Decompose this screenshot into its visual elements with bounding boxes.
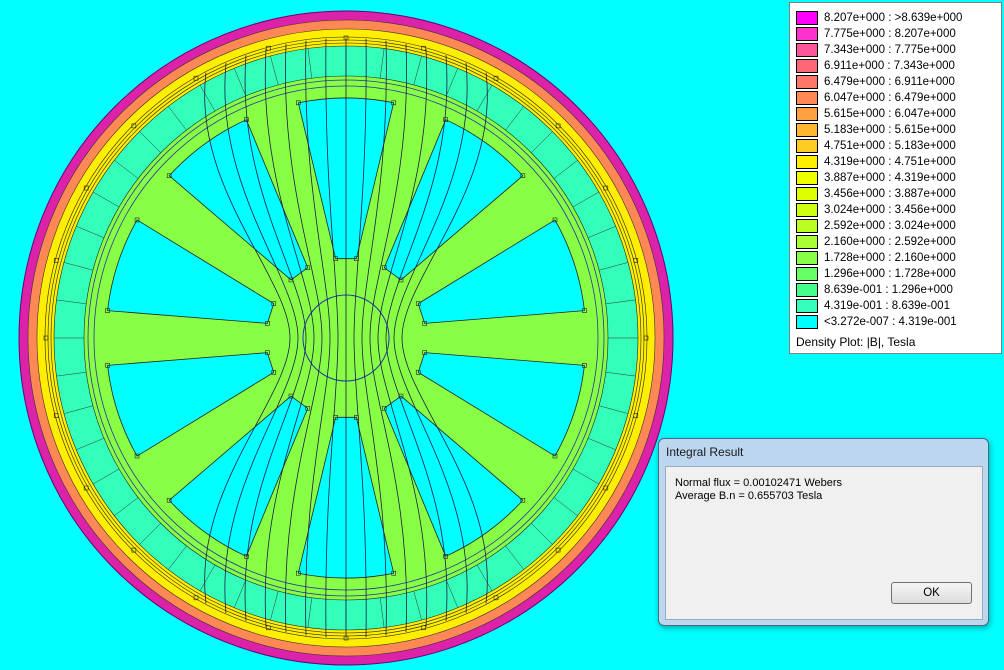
legend-row: 8.207e+000 : >8.639e+000 xyxy=(796,11,962,25)
legend-row: 3.456e+000 : 3.887e+000 xyxy=(796,187,956,201)
legend-swatch xyxy=(796,171,818,185)
legend-label: 4.319e-001 : 8.639e-001 xyxy=(824,300,950,312)
legend-row: 6.479e+000 : 6.911e+000 xyxy=(796,75,955,89)
legend-swatch xyxy=(796,27,818,41)
legend-row: 6.047e+000 : 6.479e+000 xyxy=(796,91,956,105)
legend-row: 6.911e+000 : 7.343e+000 xyxy=(796,59,955,73)
ok-button[interactable]: OK xyxy=(891,582,972,604)
legend-label: 6.047e+000 : 6.479e+000 xyxy=(824,92,956,104)
legend-row: 8.639e-001 : 1.296e+000 xyxy=(796,283,953,297)
legend-label: 4.319e+000 : 4.751e+000 xyxy=(824,156,956,168)
density-legend: 8.207e+000 : >8.639e+000 7.775e+000 : 8.2… xyxy=(789,2,1002,354)
legend-swatch xyxy=(796,219,818,233)
legend-swatch xyxy=(796,11,818,25)
legend-row: 1.728e+000 : 2.160e+000 xyxy=(796,251,956,265)
legend-row: 2.160e+000 : 2.592e+000 xyxy=(796,235,956,249)
legend-row: 5.183e+000 : 5.615e+000 xyxy=(796,123,956,137)
legend-swatch xyxy=(796,267,818,281)
legend-label: 7.775e+000 : 8.207e+000 xyxy=(824,28,956,40)
legend-label: 1.296e+000 : 1.728e+000 xyxy=(824,268,956,280)
legend-swatch xyxy=(796,299,818,313)
legend-swatch xyxy=(796,203,818,217)
legend-swatch xyxy=(796,43,818,57)
legend-swatch xyxy=(796,91,818,105)
legend-swatch xyxy=(796,235,818,249)
legend-label: 8.639e-001 : 1.296e+000 xyxy=(824,284,953,296)
legend-swatch xyxy=(796,139,818,153)
legend-label: 4.751e+000 : 5.183e+000 xyxy=(824,140,956,152)
legend-row: 2.592e+000 : 3.024e+000 xyxy=(796,219,956,233)
field-geometry xyxy=(18,10,674,666)
legend-label: 8.207e+000 : >8.639e+000 xyxy=(824,12,963,24)
legend-swatch xyxy=(796,251,818,265)
normal-flux-text: Normal flux = 0.00102471 Webers xyxy=(675,477,843,489)
legend-row: 1.296e+000 : 1.728e+000 xyxy=(796,267,956,281)
legend-label: 7.343e+000 : 7.775e+000 xyxy=(824,44,956,56)
legend-label: 3.456e+000 : 3.887e+000 xyxy=(824,188,956,200)
legend-label: 5.615e+000 : 6.047e+000 xyxy=(824,108,956,120)
dialog-title: Integral Result xyxy=(666,445,744,459)
legend-row: <3.272e-007 : 4.319e-001 xyxy=(796,315,957,329)
legend-swatch xyxy=(796,107,818,121)
legend-swatch xyxy=(796,155,818,169)
integral-result-dialog[interactable]: Integral Result Normal flux = 0.00102471… xyxy=(658,438,989,626)
legend-label: 6.911e+000 : 7.343e+000 xyxy=(824,60,955,72)
legend-label: <3.272e-007 : 4.319e-001 xyxy=(824,316,957,328)
legend-label: 3.024e+000 : 3.456e+000 xyxy=(824,204,956,216)
legend-swatch xyxy=(796,59,818,73)
legend-row: 4.319e-001 : 8.639e-001 xyxy=(796,299,950,313)
legend-label: 3.887e+000 : 4.319e+000 xyxy=(824,172,956,184)
legend-row: 3.887e+000 : 4.319e+000 xyxy=(796,171,956,185)
legend-row: 7.775e+000 : 8.207e+000 xyxy=(796,27,956,41)
legend-row: 5.615e+000 : 6.047e+000 xyxy=(796,107,956,121)
legend-label: 5.183e+000 : 5.615e+000 xyxy=(824,124,956,136)
legend-caption: Density Plot: |B|, Tesla xyxy=(796,335,916,349)
legend-swatch xyxy=(796,283,818,297)
legend-swatch xyxy=(796,123,818,137)
dialog-body: Normal flux = 0.00102471 Webers Average … xyxy=(665,466,983,620)
legend-row: 7.343e+000 : 7.775e+000 xyxy=(796,43,956,57)
legend-label: 6.479e+000 : 6.911e+000 xyxy=(824,76,955,88)
average-bn-text: Average B.n = 0.655703 Tesla xyxy=(675,490,823,502)
legend-row: 4.751e+000 : 5.183e+000 xyxy=(796,139,956,153)
legend-label: 2.592e+000 : 3.024e+000 xyxy=(824,220,956,232)
legend-row: 4.319e+000 : 4.751e+000 xyxy=(796,155,956,169)
legend-swatch xyxy=(796,187,818,201)
legend-swatch xyxy=(796,75,818,89)
legend-swatch xyxy=(796,315,818,329)
legend-label: 2.160e+000 : 2.592e+000 xyxy=(824,236,956,248)
legend-label: 1.728e+000 : 2.160e+000 xyxy=(824,252,956,264)
legend-row: 3.024e+000 : 3.456e+000 xyxy=(796,203,956,217)
